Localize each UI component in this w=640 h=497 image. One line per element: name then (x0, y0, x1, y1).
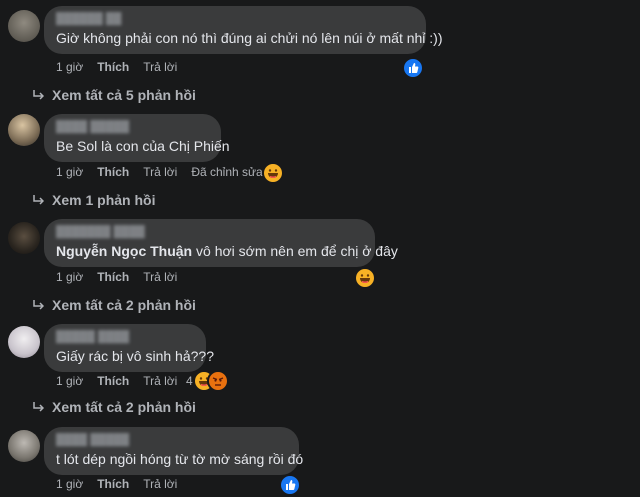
comment-actions: 1 giờ Thích Trả lời (56, 477, 191, 491)
view-replies-label[interactable]: Xem 1 phản hồi (52, 192, 155, 208)
comment-bubble: ████ █████ t lót dép ngồi hóng từ tờ mờ … (44, 427, 304, 475)
reply-arrow-icon (32, 89, 44, 101)
view-replies-label[interactable]: Xem tất cả 2 phản hồi (52, 297, 196, 313)
comment-actions: 1 giờ Thích Trả lời (56, 60, 191, 74)
comment-time[interactable]: 1 giờ (56, 60, 83, 74)
reply-button[interactable]: Trả lời (143, 477, 177, 491)
avatar[interactable] (8, 222, 40, 254)
view-replies-label[interactable]: Xem tất cả 5 phản hồi (52, 87, 196, 103)
comment-bubble: ████ █████ Be Sol là con của Chị Phiến (44, 114, 230, 162)
view-replies-link[interactable]: Xem 1 phản hồi (32, 192, 155, 208)
reply-arrow-icon (32, 194, 44, 206)
comment-text: t lót dép ngồi hóng từ tờ mờ sáng rồi đó (56, 451, 304, 467)
comment-text: Nguyễn Ngọc Thuận vô hơi sớm nên em để c… (56, 242, 398, 260)
avatar[interactable] (8, 326, 40, 358)
like-button[interactable]: Thích (97, 60, 129, 74)
comment-bubble: ███████ ████ Nguyễn Ngọc Thuận vô hơi sớ… (44, 219, 398, 267)
reaction-count[interactable]: 4 (186, 374, 193, 388)
view-replies-link[interactable]: Xem tất cả 2 phản hồi (32, 399, 196, 415)
like-button[interactable]: Thích (97, 270, 129, 284)
comment-text: Giờ không phải con nó thì đúng ai chửi n… (56, 30, 443, 46)
haha-reaction-icon[interactable] (262, 162, 284, 184)
comment-author[interactable]: ████ █████ (56, 434, 287, 446)
comment-author[interactable]: ██████ ██ (56, 13, 414, 25)
like-button[interactable]: Thích (97, 374, 129, 388)
reply-button[interactable]: Trả lời (143, 165, 177, 179)
mention-tag[interactable]: Nguyễn Ngọc Thuận (56, 243, 192, 259)
comment-actions: 1 giờ Thích Trả lời (56, 270, 191, 284)
like-button[interactable]: Thích (97, 165, 129, 179)
comment-author[interactable]: █████ ████ (56, 331, 194, 343)
avatar[interactable] (8, 114, 40, 146)
comment-author[interactable]: ███████ ████ (56, 226, 363, 238)
comment-text: Be Sol là con của Chị Phiến (56, 138, 230, 154)
view-replies-label[interactable]: Xem tất cả 2 phản hồi (52, 399, 196, 415)
comment-text-body: vô hơi sớm nên em để chị ở đây (192, 243, 398, 259)
comment-time[interactable]: 1 giờ (56, 270, 83, 284)
avatar[interactable] (8, 430, 40, 462)
reply-arrow-icon (32, 401, 44, 413)
reply-button[interactable]: Trả lời (143, 270, 177, 284)
view-replies-link[interactable]: Xem tất cả 2 phản hồi (32, 297, 196, 313)
comment-author[interactable]: ████ █████ (56, 121, 209, 133)
like-button[interactable]: Thích (97, 477, 129, 491)
haha-reaction-icon[interactable] (354, 267, 376, 289)
comment-time[interactable]: 1 giờ (56, 477, 83, 491)
like-reaction-icon[interactable] (279, 474, 301, 496)
comment-time[interactable]: 1 giờ (56, 165, 83, 179)
reply-arrow-icon (32, 299, 44, 311)
angry-reaction-icon[interactable] (207, 370, 229, 392)
comment-actions: 1 giờ Thích Trả lời Đã chỉnh sửa (56, 165, 277, 179)
like-reaction-icon[interactable] (402, 57, 424, 79)
reply-button[interactable]: Trả lời (143, 60, 177, 74)
comment-actions: 1 giờ Thích Trả lời (56, 374, 191, 388)
view-replies-link[interactable]: Xem tất cả 5 phản hồi (32, 87, 196, 103)
comment-bubble: █████ ████ Giấy rác bị vô sinh hả??? (44, 324, 214, 372)
edited-label: Đã chỉnh sửa (191, 165, 263, 179)
comment-bubble: ██████ ██ Giờ không phải con nó thì đúng… (44, 6, 443, 54)
comment-time[interactable]: 1 giờ (56, 374, 83, 388)
reply-button[interactable]: Trả lời (143, 374, 177, 388)
avatar[interactable] (8, 10, 40, 42)
comment-text: Giấy rác bị vô sinh hả??? (56, 348, 214, 364)
